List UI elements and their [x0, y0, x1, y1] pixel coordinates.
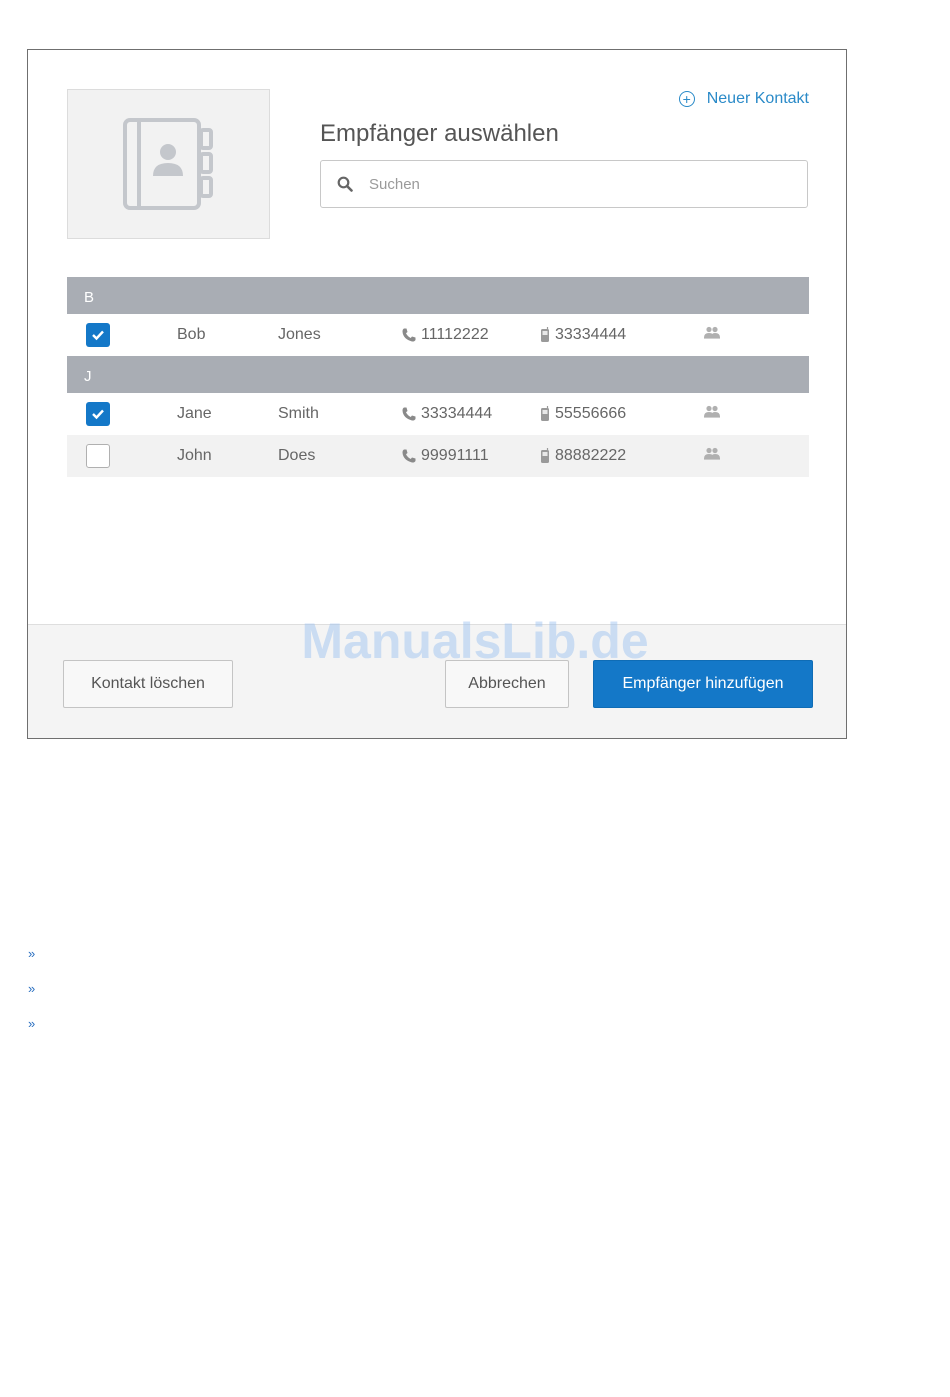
new-contact-link[interactable]: + Neuer Kontakt [678, 90, 809, 108]
contact-phone-number: 99991111 [421, 447, 489, 464]
address-book-icon [123, 118, 213, 210]
dialog-title: Empfänger auswählen [320, 120, 559, 147]
mobile-icon [541, 448, 549, 463]
contact-phone-number: 11112222 [421, 326, 489, 343]
bullet-marker: » [28, 981, 36, 996]
group-letter: B [84, 289, 95, 306]
contact-mobile: 55556666 [539, 405, 626, 423]
mobile-icon [541, 327, 549, 342]
plus-circle-icon: + [678, 91, 695, 107]
contact-mobile-number: 33334444 [555, 326, 627, 343]
contact-row[interactable]: John Does 99991111 88882222 [67, 435, 809, 477]
contact-mobile-number: 88882222 [555, 447, 627, 464]
contact-phone: 11112222 [401, 326, 489, 344]
mobile-icon [541, 406, 549, 421]
check-icon [92, 330, 104, 341]
contact-mobile: 88882222 [539, 447, 626, 465]
contact-first-name: Bob [177, 326, 206, 343]
group-icon [703, 405, 721, 424]
contact-row[interactable]: Jane Smith 33334444 55556666 [67, 393, 809, 435]
contact-mobile-number: 55556666 [555, 405, 627, 422]
group-header-j: J [67, 356, 809, 393]
search-icon [337, 176, 353, 192]
contact-avatar-placeholder [67, 89, 270, 239]
check-icon [92, 409, 104, 420]
add-recipient-button[interactable]: Empfänger hinzufügen [593, 660, 813, 708]
contact-mobile: 33334444 [539, 326, 626, 344]
contact-list: B Bob Jones 11112222 33334444 J Jane Smi… [67, 277, 809, 477]
bullet-marker: » [28, 1016, 36, 1031]
group-icon [703, 326, 721, 345]
search-input[interactable] [367, 174, 771, 194]
dialog-footer: Kontakt löschen Abbrechen Empfänger hinz… [28, 624, 846, 738]
group-icon [703, 447, 721, 466]
new-contact-label: Neuer Kontakt [706, 90, 809, 107]
select-recipient-dialog: + Neuer Kontakt Empfänger auswählen B Bo… [27, 49, 847, 739]
search-box [320, 160, 808, 208]
contact-checkbox[interactable] [86, 402, 110, 426]
contact-phone: 99991111 [401, 447, 489, 465]
contact-checkbox[interactable] [86, 444, 110, 468]
contact-phone: 33334444 [401, 405, 492, 423]
bullet-list: » » » [28, 946, 35, 1051]
delete-contact-button[interactable]: Kontakt löschen [63, 660, 233, 708]
group-header-b: B [67, 277, 809, 314]
contact-phone-number: 33334444 [421, 405, 493, 422]
phone-icon [402, 407, 416, 421]
cancel-button[interactable]: Abbrechen [445, 660, 569, 708]
contact-last-name: Smith [278, 405, 319, 422]
phone-icon [402, 449, 416, 463]
contact-first-name: John [177, 447, 212, 464]
phone-icon [402, 328, 416, 342]
contact-checkbox[interactable] [86, 323, 110, 347]
contact-row[interactable]: Bob Jones 11112222 33334444 [67, 314, 809, 356]
group-letter: J [84, 368, 92, 385]
contact-first-name: Jane [177, 405, 212, 422]
contact-last-name: Jones [278, 326, 321, 343]
contact-last-name: Does [278, 447, 316, 464]
bullet-marker: » [28, 946, 36, 961]
